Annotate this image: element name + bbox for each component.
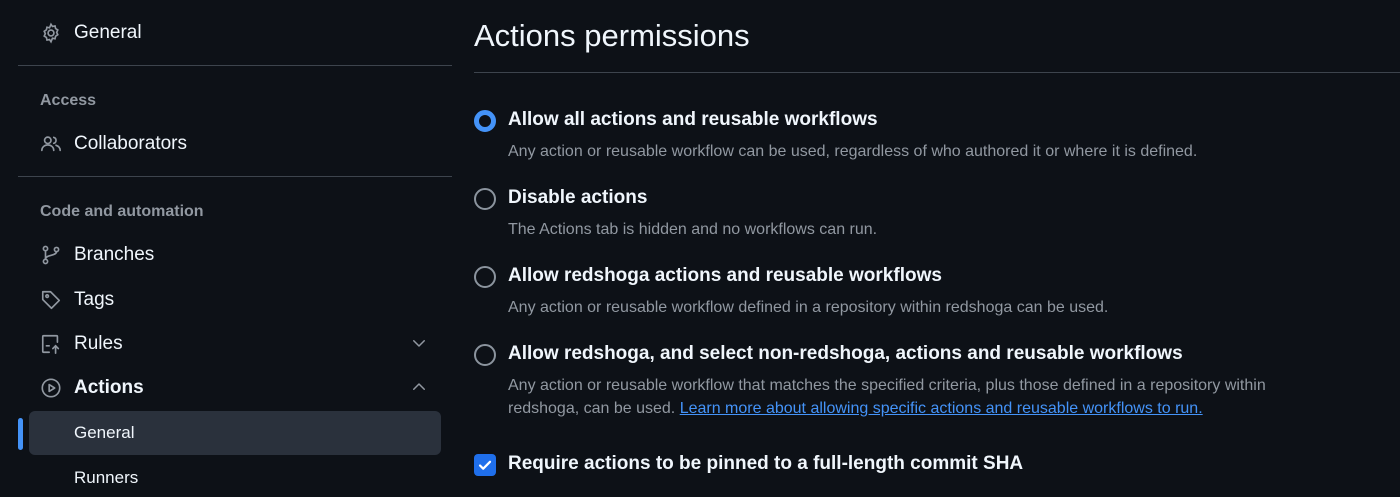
git-branch-icon [40, 244, 62, 266]
option-label: Allow all actions and reusable workflows [508, 109, 878, 130]
sidebar-divider [18, 176, 452, 177]
option-description: Any action or reusable workflow can be u… [508, 143, 1198, 160]
radio-disable-actions[interactable] [474, 188, 496, 210]
radio-allow-select[interactable] [474, 344, 496, 366]
radio-allow-owner[interactable] [474, 266, 496, 288]
sidebar-item-branches[interactable]: Branches [40, 235, 440, 275]
option-label: Allow redshoga, and select non-redshoga,… [508, 343, 1183, 364]
sidebar-subitem-actions-general[interactable]: General [29, 411, 441, 455]
sidebar-divider [18, 65, 452, 66]
option-label: Allow redshoga actions and reusable work… [508, 265, 942, 286]
section-heading-access: Access [40, 92, 97, 109]
sidebar-item-rules[interactable]: Rules [40, 324, 440, 364]
sidebar-item-general[interactable]: General [40, 13, 440, 53]
checkmark-icon [478, 460, 492, 470]
sidebar-item-tags[interactable]: Tags [40, 280, 440, 320]
sidebar-item-actions[interactable]: Actions [40, 368, 440, 408]
active-indicator [18, 418, 23, 450]
play-icon [40, 377, 62, 399]
section-heading-code-automation: Code and automation [40, 203, 204, 220]
sidebar-subitem-actions-runners[interactable]: Runners [29, 456, 441, 497]
settings-page: General Access Collaborators Code and au… [0, 0, 1400, 497]
sidebar-item-label: Collaborators [74, 133, 187, 154]
option-description: The Actions tab is hidden and no workflo… [508, 221, 878, 238]
sidebar-item-label: Tags [74, 289, 115, 310]
learn-more-link[interactable]: Learn more about allowing specific actio… [680, 400, 1203, 417]
sidebar-item-label: General [74, 22, 142, 43]
sidebar-item-label: Actions [74, 377, 144, 398]
rules-icon [40, 333, 62, 355]
gear-icon [40, 22, 62, 44]
sidebar-item-collaborators[interactable]: Collaborators [40, 124, 440, 164]
chevron-down-icon[interactable] [410, 334, 428, 352]
sidebar: General Access Collaborators Code and au… [0, 0, 470, 497]
radio-allow-all[interactable] [474, 110, 496, 132]
checkbox-pin-sha[interactable] [474, 454, 496, 476]
chevron-up-icon[interactable] [410, 378, 428, 396]
sidebar-item-label: Rules [74, 333, 123, 354]
option-label: Disable actions [508, 187, 648, 208]
page-title: Actions permissions [474, 18, 750, 53]
people-icon [40, 133, 62, 155]
tag-icon [40, 289, 62, 311]
option-description: Any action or reusable workflow that mat… [508, 374, 1338, 420]
sidebar-item-label: Branches [74, 244, 155, 265]
sidebar-subitem-label: General [74, 423, 135, 442]
option-description: Any action or reusable workflow defined … [508, 299, 1109, 316]
title-divider [474, 72, 1400, 73]
option-label: Require actions to be pinned to a full-l… [508, 453, 1024, 474]
main-content: Actions permissions Allow all actions an… [474, 0, 1400, 497]
sidebar-subitem-label: Runners [74, 468, 139, 487]
